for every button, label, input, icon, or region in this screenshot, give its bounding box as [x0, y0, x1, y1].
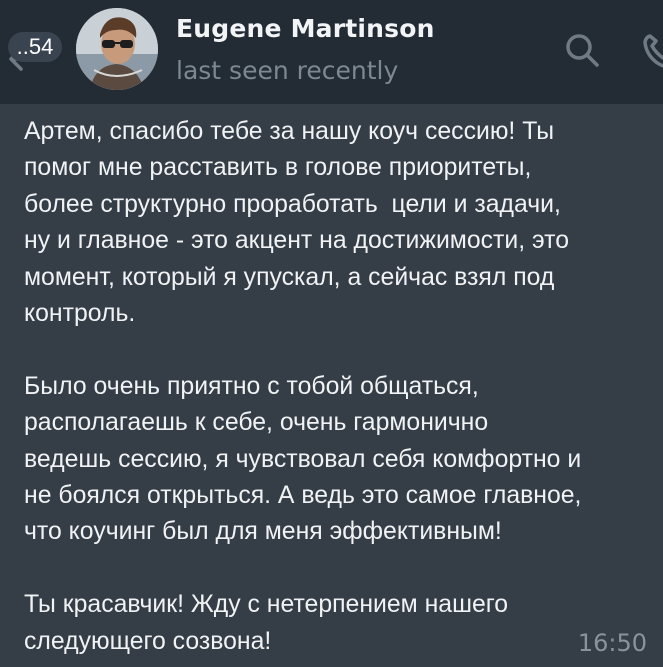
chat-screen: ..54 Eugene Martinson last seen recently	[0, 0, 663, 667]
message-bubble[interactable]: Артем, спасибо тебе за нашу коуч сессию!…	[0, 104, 663, 667]
search-icon	[566, 34, 599, 67]
message-time: 16:50	[577, 629, 647, 657]
back-button[interactable]: ..54	[0, 18, 70, 78]
contact-status: last seen recently	[176, 56, 399, 85]
unread-count-badge: ..54	[8, 32, 62, 62]
chat-header: ..54 Eugene Martinson last seen recently	[0, 0, 663, 104]
avatar-photo	[76, 8, 158, 90]
search-button[interactable]	[560, 28, 604, 72]
message-text: Артем, спасибо тебе за нашу коуч сессию!…	[24, 118, 582, 655]
call-button[interactable]	[638, 28, 663, 72]
contact-name[interactable]: Eugene Martinson	[176, 14, 435, 43]
avatar[interactable]	[76, 8, 158, 90]
phone-icon	[643, 34, 663, 68]
